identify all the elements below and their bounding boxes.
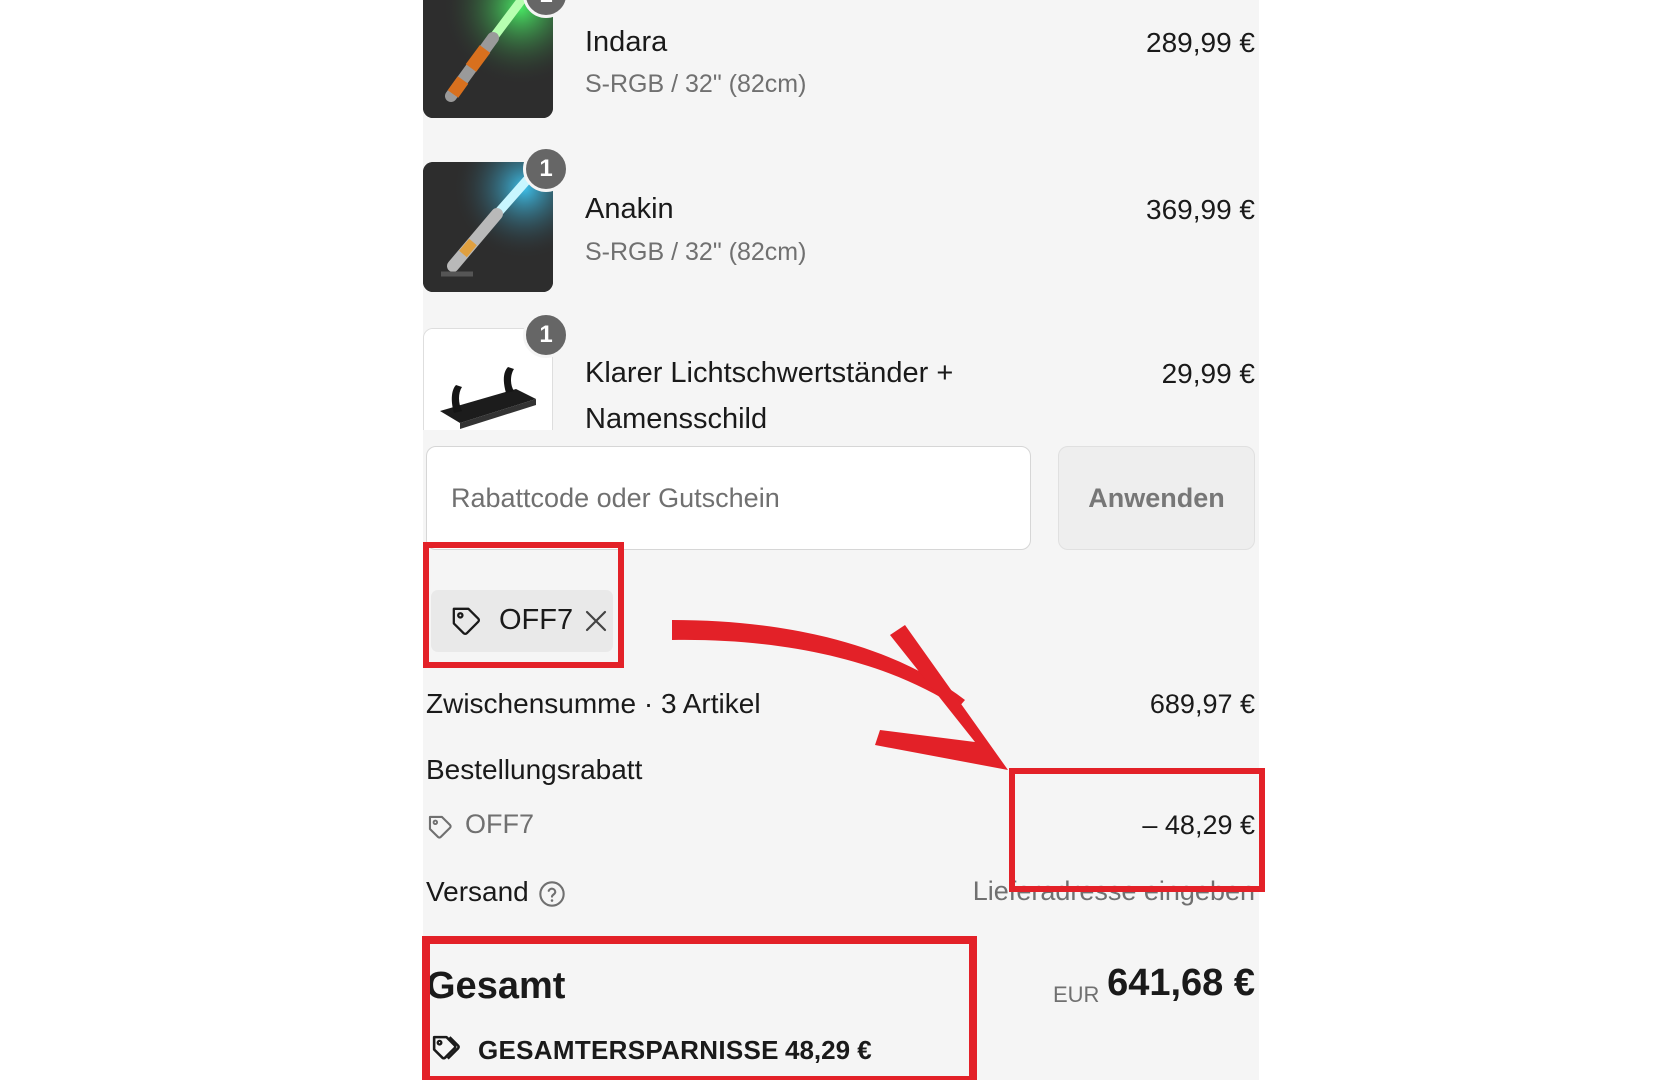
item-name: Anakin (585, 193, 674, 225)
quantity-badge: 1 (523, 146, 569, 192)
order-discount-value: – 48,29 € (1142, 810, 1255, 840)
item-price: 369,99 € (1146, 194, 1255, 225)
currency-code: EUR (1053, 982, 1100, 1007)
order-discount-code: OFF7 (465, 809, 535, 839)
subtotal-value: 689,97 € (1149, 689, 1255, 719)
total-savings-value: 48,29 € (785, 1035, 872, 1065)
total-savings-label: GESAMTERSPARNISSE (478, 1035, 779, 1065)
order-discount-label: Bestellungsrabatt (426, 754, 643, 785)
close-icon[interactable] (584, 609, 608, 633)
applied-discount-chip: OFF7 (431, 590, 613, 652)
total-value: 641,68 € (1107, 962, 1255, 1004)
subtotal-label: Zwischensumme · 3 Artikel (426, 688, 761, 719)
tag-icon (428, 815, 452, 839)
applied-code-label: OFF7 (499, 604, 574, 636)
line-item-stand: 1 Klarer Lichtschwertständer + Namenssch… (423, 0, 1259, 430)
tag-icon (452, 607, 480, 635)
line-items-list: 1 Indara S-RGB / 32" (82cm) 289,99 € (423, 0, 1259, 430)
discount-code-input[interactable] (426, 446, 1031, 550)
shipping-value: Lieferadresse eingeben (972, 876, 1255, 906)
item-name: Klarer Lichtschwertständer + Namensschil… (585, 357, 954, 430)
question-icon[interactable] (538, 880, 566, 908)
order-summary-panel: 1 Indara S-RGB / 32" (82cm) 289,99 € (423, 0, 1259, 1080)
quantity-badge: 1 (523, 312, 569, 358)
apply-discount-button[interactable]: Anwenden (1058, 446, 1255, 550)
item-variant: S-RGB / 32" (82cm) (585, 238, 807, 266)
total-label: Gesamt (426, 965, 566, 1007)
shipping-label: Versand (426, 876, 529, 907)
savings-tag-icon (432, 1035, 460, 1060)
item-price: 29,99 € (1161, 358, 1255, 389)
